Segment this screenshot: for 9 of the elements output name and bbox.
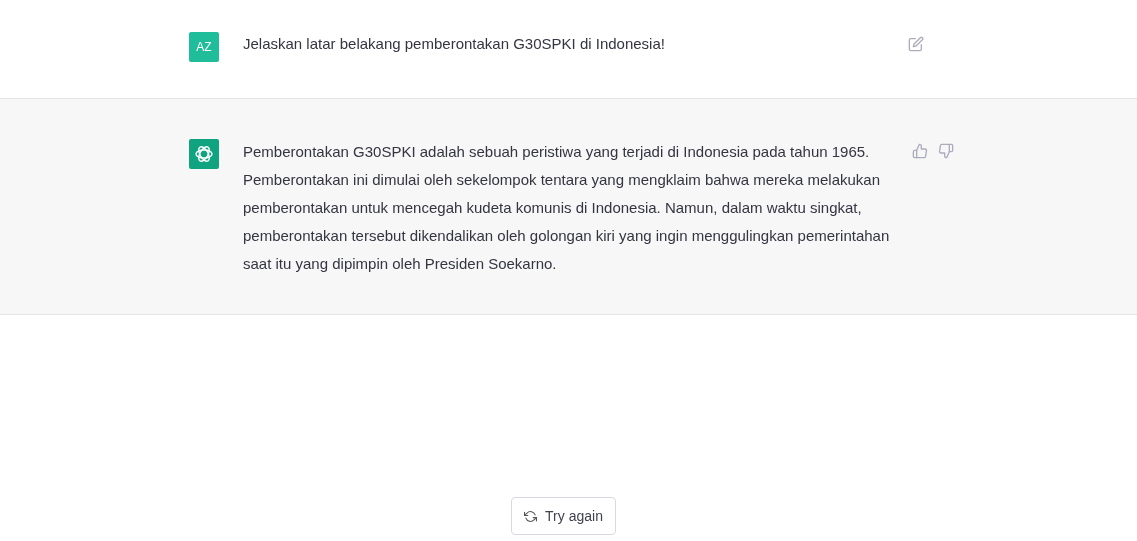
thumbs-up-icon[interactable]: [912, 143, 928, 159]
refresh-icon: [524, 509, 538, 523]
knot-logo-icon: [189, 139, 219, 169]
user-avatar: AZ: [189, 32, 219, 62]
thumbs-down-icon[interactable]: [938, 143, 954, 159]
message-text: Pemberontakan G30SPKI adalah sebuah peristiwa yang terjadi di Indonesia pada tahun 1965. Pemberontakan ini dimulai oleh sekelompok tentara yang mengklaim bahwa mereka melakukan pemberontakan untuk mencegah kudeta komunis di Indonesia. Namun, dalam waktu singkat, pemberontakan tersebut dikendalikan oleh golongan kiri yang ingin menggulingkan pemerintahan saat itu yang dipimpin oleh Presiden Soekarno.: [243, 142, 891, 274]
message-text: Jelaskan latar belakang pemberontakan G30SPKI di Indonesia!: [243, 34, 666, 54]
edit-icon[interactable]: [908, 36, 924, 52]
try-again-button[interactable]: Try again: [511, 497, 616, 535]
